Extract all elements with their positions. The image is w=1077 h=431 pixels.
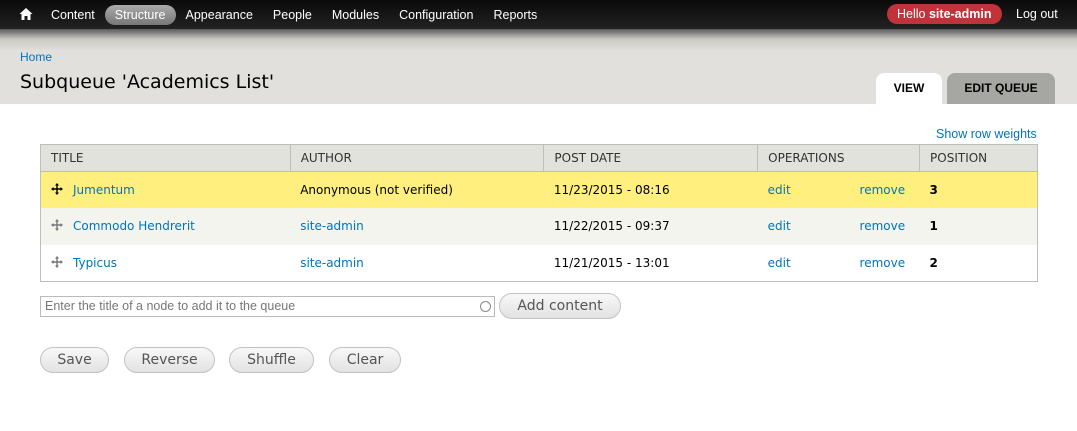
- node-title-link[interactable]: Commodo Hendrerit: [73, 219, 195, 233]
- add-content-button[interactable]: Add content: [499, 293, 621, 319]
- operations-cell: edit remove: [757, 244, 920, 282]
- page-header: Home Subqueue 'Academics List' VIEW EDIT…: [0, 29, 1077, 104]
- admin-menu: Content Structure Appearance People Modu…: [41, 0, 547, 29]
- column-header-title: TITLE: [40, 144, 291, 172]
- edit-link[interactable]: edit: [768, 183, 791, 197]
- drag-handle-icon[interactable]: [51, 255, 63, 268]
- table-row: Jumentum Anonymous (not verified) 11/23/…: [40, 171, 1038, 209]
- node-title-link[interactable]: Jumentum: [73, 183, 135, 197]
- operations-cell: edit remove: [757, 208, 920, 245]
- column-header-post-date: POST DATE: [543, 144, 759, 172]
- drag-handle-icon[interactable]: [51, 183, 63, 196]
- column-header-author: AUTHOR: [289, 144, 545, 172]
- username: site-admin: [928, 7, 992, 21]
- author-cell: Anonymous (not verified): [290, 171, 544, 209]
- breadcrumb-home[interactable]: Home: [20, 50, 52, 64]
- menu-item-modules[interactable]: Modules: [322, 5, 389, 25]
- post-date-cell: 11/21/2015 - 13:01: [543, 244, 758, 282]
- title-cell: Commodo Hendrerit: [40, 208, 291, 245]
- position-cell: 1: [919, 208, 1038, 245]
- post-date-cell: 11/22/2015 - 09:37: [543, 208, 758, 245]
- reverse-button[interactable]: Reverse: [124, 347, 215, 373]
- admin-toolbar: Content Structure Appearance People Modu…: [0, 0, 1077, 29]
- remove-link[interactable]: remove: [860, 183, 906, 197]
- add-node-autocomplete-input[interactable]: Enter the title of a node to add it to t…: [40, 296, 495, 317]
- position-cell: 2: [919, 244, 1038, 282]
- menu-item-configuration[interactable]: Configuration: [389, 5, 483, 25]
- menu-item-appearance[interactable]: Appearance: [176, 5, 263, 25]
- author-link[interactable]: site-admin: [300, 256, 364, 270]
- show-row-weights-link[interactable]: Show row weights: [936, 127, 1037, 141]
- clear-button[interactable]: Clear: [329, 347, 401, 373]
- menu-item-structure[interactable]: Structure: [104, 4, 176, 25]
- table-header-row: TITLE AUTHOR POST DATE OPERATIONS POSITI…: [40, 144, 1038, 172]
- home-icon[interactable]: [18, 6, 34, 22]
- operations-cell: edit remove: [757, 171, 920, 209]
- title-cell: Typicus: [40, 244, 291, 282]
- title-cell: Jumentum: [40, 171, 291, 209]
- menu-item-content[interactable]: Content: [41, 5, 105, 25]
- remove-link[interactable]: remove: [860, 256, 906, 270]
- drag-handle-icon[interactable]: [51, 219, 63, 232]
- page-title: Subqueue 'Academics List': [20, 71, 275, 93]
- table-row: Typicus site-admin 11/21/2015 - 13:01 ed…: [40, 244, 1038, 282]
- position-cell: 3: [919, 171, 1038, 209]
- add-node-placeholder: Enter the title of a node to add it to t…: [45, 299, 296, 313]
- node-title-link[interactable]: Typicus: [73, 256, 117, 270]
- tab-edit-queue[interactable]: EDIT QUEUE: [947, 73, 1055, 104]
- logout-link[interactable]: Log out: [1016, 7, 1058, 21]
- menu-item-people[interactable]: People: [263, 5, 322, 25]
- author-cell: site-admin: [290, 208, 544, 245]
- menu-item-reports[interactable]: Reports: [483, 5, 547, 25]
- edit-link[interactable]: edit: [768, 219, 791, 233]
- edit-link[interactable]: edit: [768, 256, 791, 270]
- table-row: Commodo Hendrerit site-admin 11/22/2015 …: [40, 208, 1038, 245]
- shuffle-button[interactable]: Shuffle: [229, 347, 314, 373]
- user-greeting-badge[interactable]: Hello site-admin: [887, 4, 1002, 24]
- column-header-position: POSITION: [919, 144, 1038, 172]
- autocomplete-throbber-icon: [480, 301, 491, 312]
- queue-table: TITLE AUTHOR POST DATE OPERATIONS POSITI…: [40, 144, 1038, 282]
- remove-link[interactable]: remove: [860, 219, 906, 233]
- post-date-cell: 11/23/2015 - 08:16: [543, 171, 758, 209]
- tab-view[interactable]: VIEW: [876, 73, 942, 104]
- greeting-text: Hello: [897, 7, 926, 21]
- save-button[interactable]: Save: [40, 347, 109, 373]
- column-header-operations: OPERATIONS: [757, 144, 921, 172]
- author-link[interactable]: site-admin: [300, 219, 364, 233]
- author-cell: site-admin: [290, 244, 544, 282]
